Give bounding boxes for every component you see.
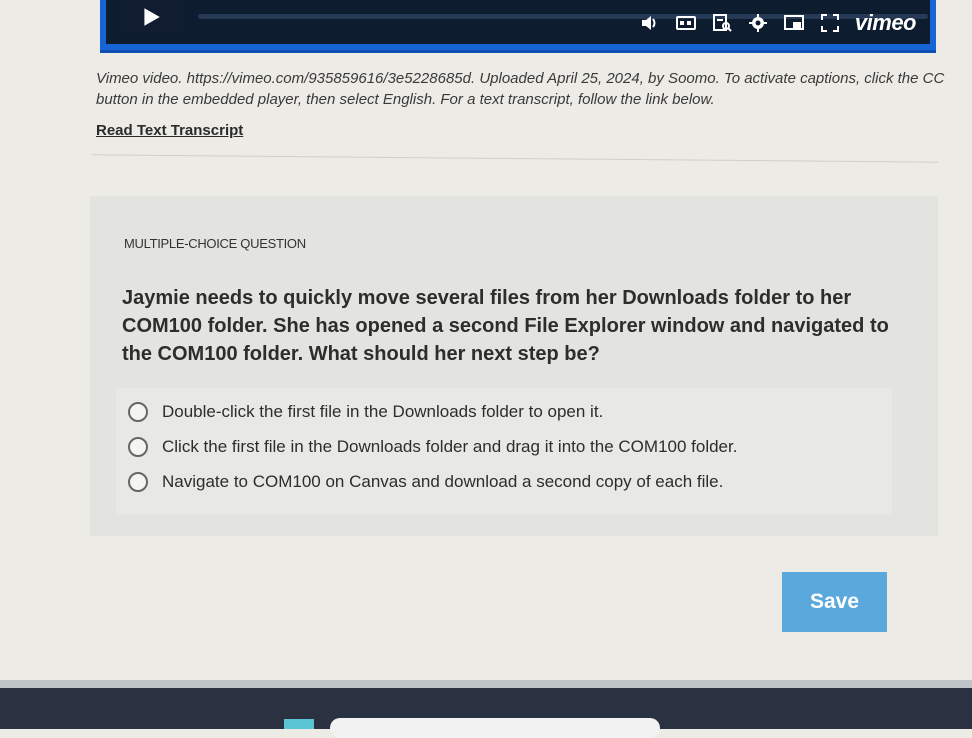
play-icon bbox=[144, 8, 160, 26]
picture-in-picture-button[interactable] bbox=[783, 12, 805, 34]
answer-option-text: Click the first file in the Downloads fo… bbox=[162, 437, 738, 456]
answer-choices: Double-click the first file in the Downl… bbox=[116, 388, 892, 514]
radio-button[interactable] bbox=[128, 402, 148, 422]
answer-option[interactable]: Click the first file in the Downloads fo… bbox=[128, 437, 737, 457]
divider bbox=[92, 154, 938, 163]
fullscreen-button[interactable] bbox=[819, 12, 841, 34]
play-button[interactable] bbox=[116, 0, 186, 34]
answer-option-text: Navigate to COM100 on Canvas and downloa… bbox=[162, 472, 724, 491]
answer-option-text: Double-click the first file in the Downl… bbox=[162, 402, 604, 421]
radio-button[interactable] bbox=[128, 437, 148, 457]
answer-option[interactable]: Navigate to COM100 on Canvas and downloa… bbox=[128, 472, 723, 492]
taskbar-app-icon[interactable] bbox=[284, 719, 314, 729]
read-transcript-link[interactable]: Read Text Transcript bbox=[96, 122, 243, 139]
volume-button[interactable] bbox=[639, 12, 661, 34]
picture-in-picture-icon bbox=[783, 15, 804, 30]
video-player[interactable]: vimeo bbox=[100, 0, 936, 53]
screen-bezel bbox=[0, 680, 972, 688]
video-caption: Vimeo video. https://vimeo.com/935859616… bbox=[96, 70, 945, 108]
question-card: MULTIPLE-CHOICE QUESTION Jaymie needs to… bbox=[90, 196, 938, 536]
transcript-icon bbox=[712, 14, 732, 32]
vimeo-logo[interactable]: vimeo bbox=[855, 10, 917, 36]
closed-captions-icon bbox=[675, 16, 696, 30]
save-button[interactable]: Save bbox=[782, 572, 887, 632]
closed-captions-button[interactable] bbox=[675, 12, 697, 34]
transcript-button[interactable] bbox=[711, 12, 733, 34]
video-frame[interactable]: vimeo bbox=[106, 0, 930, 44]
question-text: Jaymie needs to quickly move several fil… bbox=[122, 287, 889, 365]
question-type-label: MULTIPLE-CHOICE QUESTION bbox=[124, 236, 306, 251]
radio-button[interactable] bbox=[128, 472, 148, 492]
settings-button[interactable] bbox=[747, 12, 769, 34]
player-controls: vimeo bbox=[639, 8, 917, 38]
settings-icon bbox=[748, 14, 767, 32]
fullscreen-icon bbox=[820, 14, 839, 32]
volume-icon bbox=[641, 16, 656, 30]
taskbar-search-box[interactable] bbox=[330, 718, 660, 738]
answer-option[interactable]: Double-click the first file in the Downl… bbox=[128, 402, 603, 422]
